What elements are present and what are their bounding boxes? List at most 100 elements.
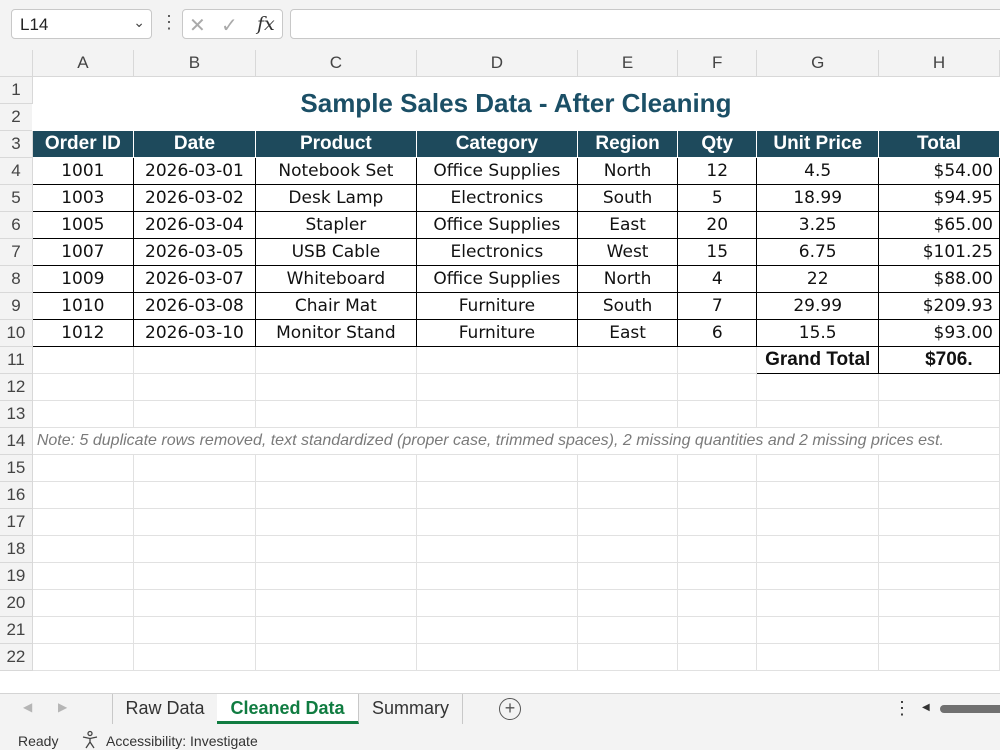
column-title-e[interactable]: Region (576, 129, 679, 158)
table-cell[interactable]: 1003 (31, 183, 134, 212)
table-cell[interactable]: $101.25 (878, 237, 1000, 266)
table-cell[interactable]: 2026-03-05 (132, 237, 257, 266)
empty-cell[interactable] (756, 561, 880, 590)
table-cell[interactable]: 1005 (31, 210, 134, 239)
empty-cell[interactable] (132, 345, 257, 374)
table-cell[interactable]: Desk Lamp (255, 183, 417, 212)
empty-cell[interactable] (255, 345, 417, 374)
empty-cell[interactable] (677, 561, 758, 590)
row-header-10[interactable]: 10 (0, 319, 33, 347)
table-cell[interactable]: 1010 (31, 291, 134, 320)
empty-cell[interactable] (31, 561, 134, 590)
name-box[interactable]: L14 ⌄ (11, 9, 152, 39)
row-header-1[interactable]: 1 (0, 76, 33, 104)
empty-cell[interactable] (255, 453, 417, 482)
table-cell[interactable]: 2026-03-10 (132, 318, 257, 347)
table-cell[interactable]: 6.75 (756, 237, 880, 266)
empty-cell[interactable] (677, 480, 758, 509)
table-cell[interactable]: 12 (677, 156, 758, 185)
empty-cell[interactable] (31, 534, 134, 563)
table-cell[interactable]: 15.5 (756, 318, 880, 347)
table-cell[interactable]: 6 (677, 318, 758, 347)
empty-cell[interactable] (255, 399, 417, 428)
table-cell[interactable]: $65.00 (878, 210, 1000, 239)
select-all-corner[interactable] (0, 50, 33, 77)
table-cell[interactable]: 1009 (31, 264, 134, 293)
table-cell[interactable]: Office Supplies (415, 156, 579, 185)
table-cell[interactable]: Notebook Set (255, 156, 417, 185)
empty-cell[interactable] (415, 507, 579, 536)
check-icon[interactable]: ✓ (221, 13, 238, 38)
column-title-a[interactable]: Order ID (31, 129, 134, 158)
empty-cell[interactable] (31, 399, 134, 428)
empty-cell[interactable] (878, 561, 1000, 590)
empty-cell[interactable] (878, 588, 1000, 617)
table-cell[interactable]: 5 (677, 183, 758, 212)
table-cell[interactable]: 29.99 (756, 291, 880, 320)
horizontal-scrollbar[interactable] (940, 705, 1000, 713)
empty-cell[interactable] (132, 561, 257, 590)
table-cell[interactable]: 20 (677, 210, 758, 239)
table-cell[interactable]: East (576, 318, 679, 347)
column-header-d[interactable]: D (416, 50, 579, 77)
empty-cell[interactable] (878, 453, 1000, 482)
table-cell[interactable]: Monitor Stand (255, 318, 417, 347)
empty-cell[interactable] (878, 534, 1000, 563)
column-header-e[interactable]: E (577, 50, 679, 77)
empty-cell[interactable] (677, 453, 758, 482)
empty-cell[interactable] (255, 507, 417, 536)
empty-cell[interactable] (576, 480, 679, 509)
table-cell[interactable]: South (576, 291, 679, 320)
table-cell[interactable]: South (576, 183, 679, 212)
table-cell[interactable]: 1007 (31, 237, 134, 266)
empty-cell[interactable] (132, 453, 257, 482)
table-cell[interactable]: 4 (677, 264, 758, 293)
grand-total-label[interactable]: Grand Total (756, 345, 880, 374)
empty-cell[interactable] (756, 372, 880, 401)
empty-cell[interactable] (415, 534, 579, 563)
column-header-g[interactable]: G (756, 50, 880, 77)
tab-summary[interactable]: Summary (359, 694, 463, 724)
table-cell[interactable]: 2026-03-08 (132, 291, 257, 320)
more-options-icon[interactable]: ⋮ (160, 12, 178, 33)
row-header-2[interactable]: 2 (0, 103, 33, 131)
empty-cell[interactable] (756, 453, 880, 482)
row-header-11[interactable]: 11 (0, 346, 33, 374)
column-title-b[interactable]: Date (132, 129, 257, 158)
table-cell[interactable]: West (576, 237, 679, 266)
empty-cell[interactable] (576, 372, 679, 401)
empty-cell[interactable] (255, 615, 417, 644)
row-header-21[interactable]: 21 (0, 616, 33, 644)
row-header-15[interactable]: 15 (0, 454, 33, 482)
row-header-3[interactable]: 3 (0, 130, 33, 158)
empty-cell[interactable] (576, 561, 679, 590)
more-options-icon[interactable]: ⋮ (893, 698, 911, 719)
empty-cell[interactable] (878, 480, 1000, 509)
table-cell[interactable]: 18.99 (756, 183, 880, 212)
table-cell[interactable]: Electronics (415, 183, 579, 212)
empty-cell[interactable] (576, 507, 679, 536)
tab-cleaned-data[interactable]: Cleaned Data (217, 694, 359, 724)
empty-cell[interactable] (255, 534, 417, 563)
empty-cell[interactable] (756, 615, 880, 644)
row-header-12[interactable]: 12 (0, 373, 33, 401)
empty-cell[interactable] (576, 453, 679, 482)
table-cell[interactable]: 2026-03-02 (132, 183, 257, 212)
empty-cell[interactable] (31, 588, 134, 617)
empty-cell[interactable] (415, 480, 579, 509)
empty-cell[interactable] (576, 642, 679, 671)
empty-cell[interactable] (878, 642, 1000, 671)
empty-cell[interactable] (677, 588, 758, 617)
row-header-8[interactable]: 8 (0, 265, 33, 293)
row-header-14[interactable]: 14 (0, 427, 33, 455)
table-cell[interactable]: Stapler (255, 210, 417, 239)
empty-cell[interactable] (576, 399, 679, 428)
row-header-20[interactable]: 20 (0, 589, 33, 617)
empty-cell[interactable] (132, 534, 257, 563)
empty-cell[interactable] (415, 588, 579, 617)
column-title-f[interactable]: Qty (677, 129, 758, 158)
empty-cell[interactable] (132, 372, 257, 401)
empty-cell[interactable] (132, 480, 257, 509)
row-header-9[interactable]: 9 (0, 292, 33, 320)
formula-input[interactable] (290, 9, 1000, 39)
